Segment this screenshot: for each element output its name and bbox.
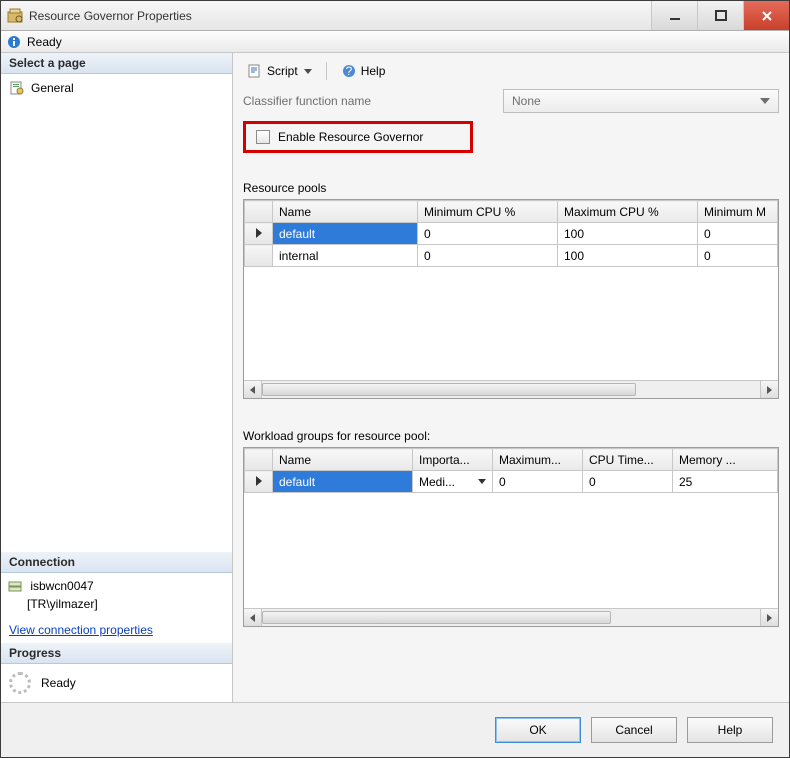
resource-pools-label: Resource pools bbox=[243, 181, 779, 195]
col-header[interactable]: CPU Time... bbox=[583, 449, 673, 471]
cell-minmem[interactable]: 0 bbox=[698, 245, 778, 267]
workload-groups-grid[interactable]: Name Importa... Maximum... CPU Time... M… bbox=[243, 447, 779, 627]
scroll-left-button[interactable] bbox=[244, 381, 262, 398]
help-toolbar-button[interactable]: ? Help bbox=[337, 61, 390, 81]
window-title: Resource Governor Properties bbox=[29, 9, 651, 23]
cell-maxreq[interactable]: 0 bbox=[493, 471, 583, 493]
app-icon bbox=[7, 8, 23, 24]
col-header[interactable]: Importa... bbox=[413, 449, 493, 471]
col-header[interactable]: Minimum CPU % bbox=[418, 201, 558, 223]
resource-pools-grid[interactable]: Name Minimum CPU % Maximum CPU % Minimum… bbox=[243, 199, 779, 399]
groups-header-row: Name Importa... Maximum... CPU Time... M… bbox=[245, 449, 778, 471]
page-icon bbox=[9, 80, 25, 96]
scroll-track[interactable] bbox=[262, 381, 760, 398]
svg-text:?: ? bbox=[345, 64, 352, 78]
dialog-footer: OK Cancel Help bbox=[1, 702, 789, 757]
pools-hscrollbar[interactable] bbox=[244, 380, 778, 398]
row-pointer-icon bbox=[256, 228, 262, 238]
server-icon bbox=[7, 579, 23, 595]
scroll-left-button[interactable] bbox=[244, 609, 262, 626]
help-label: Help bbox=[361, 64, 386, 78]
col-header[interactable]: Memory ... bbox=[673, 449, 778, 471]
chevron-down-icon bbox=[760, 98, 770, 104]
ready-status-bar: Ready bbox=[1, 31, 789, 53]
help-button[interactable]: Help bbox=[687, 717, 773, 743]
enable-governor-checkbox[interactable] bbox=[256, 130, 270, 144]
cell-name[interactable]: internal bbox=[273, 245, 418, 267]
cell-importance[interactable]: Medi... bbox=[413, 471, 493, 493]
script-icon bbox=[247, 63, 263, 79]
progress-row: Ready bbox=[1, 664, 232, 702]
cell-minmem[interactable]: 0 bbox=[698, 223, 778, 245]
connection-info: isbwcn0047 [TR\yilmazer] bbox=[1, 573, 232, 617]
scroll-track[interactable] bbox=[262, 609, 760, 626]
cell-maxcpu[interactable]: 100 bbox=[558, 245, 698, 267]
cell-name[interactable]: default bbox=[273, 471, 413, 493]
user-name: [TR\yilmazer] bbox=[7, 595, 226, 613]
classifier-label: Classifier function name bbox=[243, 94, 483, 108]
progress-header: Progress bbox=[1, 643, 232, 664]
dialog-window: Resource Governor Properties Ready Selec… bbox=[0, 0, 790, 758]
scroll-thumb[interactable] bbox=[262, 611, 611, 624]
pools-header-row: Name Minimum CPU % Maximum CPU % Minimum… bbox=[245, 201, 778, 223]
cancel-button[interactable]: Cancel bbox=[591, 717, 677, 743]
col-header[interactable]: Maximum CPU % bbox=[558, 201, 698, 223]
cell-maxcpu[interactable]: 100 bbox=[558, 223, 698, 245]
classifier-value: None bbox=[512, 94, 541, 108]
left-panel: Select a page General Connection isbwcn0… bbox=[1, 53, 233, 702]
connection-header: Connection bbox=[1, 552, 232, 573]
row-pointer-icon bbox=[256, 476, 262, 486]
table-row[interactable]: internal 0 100 0 bbox=[245, 245, 778, 267]
nav-item-label: General bbox=[31, 81, 74, 95]
classifier-select[interactable]: None bbox=[503, 89, 779, 113]
server-name: isbwcn0047 bbox=[30, 579, 93, 593]
script-label: Script bbox=[267, 64, 298, 78]
workload-groups-label: Workload groups for resource pool: bbox=[243, 429, 779, 443]
toolbar: Script ? Help bbox=[243, 59, 779, 89]
select-page-header: Select a page bbox=[1, 53, 232, 74]
dialog-body: Select a page General Connection isbwcn0… bbox=[1, 53, 789, 702]
help-icon: ? bbox=[341, 63, 357, 79]
cell-mincpu[interactable]: 0 bbox=[418, 245, 558, 267]
classifier-row: Classifier function name None bbox=[243, 89, 779, 113]
table-row[interactable]: default Medi... 0 0 25 bbox=[245, 471, 778, 493]
scroll-right-button[interactable] bbox=[760, 381, 778, 398]
close-button[interactable] bbox=[743, 1, 789, 30]
col-header[interactable]: Maximum... bbox=[493, 449, 583, 471]
cell-name[interactable]: default bbox=[273, 223, 418, 245]
chevron-down-icon bbox=[304, 69, 312, 74]
scroll-thumb[interactable] bbox=[262, 383, 636, 396]
main-panel: Script ? Help Classifier function name N… bbox=[233, 53, 789, 702]
importance-value: Medi... bbox=[419, 475, 455, 489]
titlebar[interactable]: Resource Governor Properties bbox=[1, 1, 789, 31]
progress-spinner-icon bbox=[9, 672, 31, 694]
scroll-right-button[interactable] bbox=[760, 609, 778, 626]
cell-mincpu[interactable]: 0 bbox=[418, 223, 558, 245]
col-header[interactable]: Minimum M bbox=[698, 201, 778, 223]
cell-memory[interactable]: 25 bbox=[673, 471, 778, 493]
status-text: Ready bbox=[27, 35, 62, 49]
col-header[interactable]: Name bbox=[273, 449, 413, 471]
enable-governor-label: Enable Resource Governor bbox=[278, 130, 423, 144]
script-button[interactable]: Script bbox=[243, 61, 316, 81]
col-header[interactable]: Name bbox=[273, 201, 418, 223]
enable-governor-highlight: Enable Resource Governor bbox=[243, 121, 473, 153]
table-row[interactable]: default 0 100 0 bbox=[245, 223, 778, 245]
ok-button[interactable]: OK bbox=[495, 717, 581, 743]
chevron-down-icon bbox=[478, 479, 486, 484]
progress-text: Ready bbox=[41, 676, 76, 690]
view-connection-link[interactable]: View connection properties bbox=[1, 617, 232, 643]
toolbar-separator bbox=[326, 62, 327, 80]
nav-item-general[interactable]: General bbox=[7, 78, 226, 98]
maximize-button[interactable] bbox=[697, 1, 743, 30]
info-icon bbox=[7, 35, 21, 49]
cell-cputime[interactable]: 0 bbox=[583, 471, 673, 493]
minimize-button[interactable] bbox=[651, 1, 697, 30]
groups-hscrollbar[interactable] bbox=[244, 608, 778, 626]
